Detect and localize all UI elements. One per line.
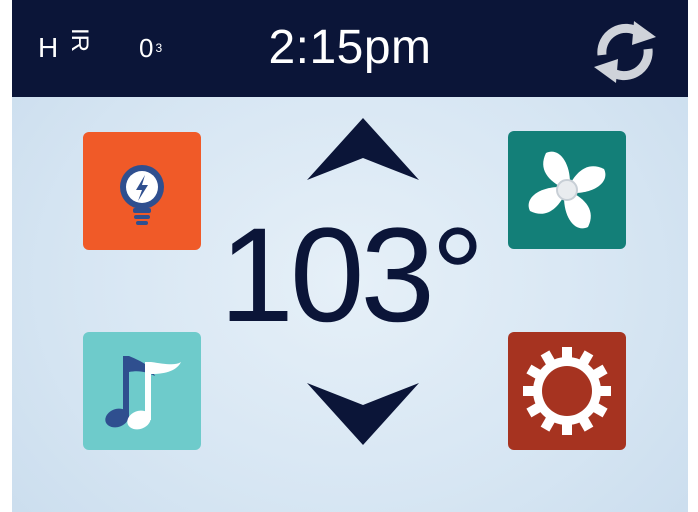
chevron-up-icon [307, 118, 419, 180]
spa-control-panel: H IR 03 2:15pm 103° [12, 0, 688, 512]
temperature-up-button[interactable] [307, 118, 419, 185]
gear-icon [523, 347, 611, 435]
clock: 2:15pm [268, 21, 432, 74]
sync-button[interactable] [588, 15, 662, 89]
temperature-down-button[interactable] [307, 383, 419, 450]
sync-arrows-icon [594, 21, 656, 83]
music-note-icon [105, 356, 181, 430]
header-bar: H IR 03 2:15pm [12, 0, 688, 97]
temperature-display: 103° [219, 201, 484, 350]
settings-button[interactable] [508, 332, 626, 450]
music-button[interactable] [83, 332, 201, 450]
chevron-down-icon [307, 383, 419, 445]
